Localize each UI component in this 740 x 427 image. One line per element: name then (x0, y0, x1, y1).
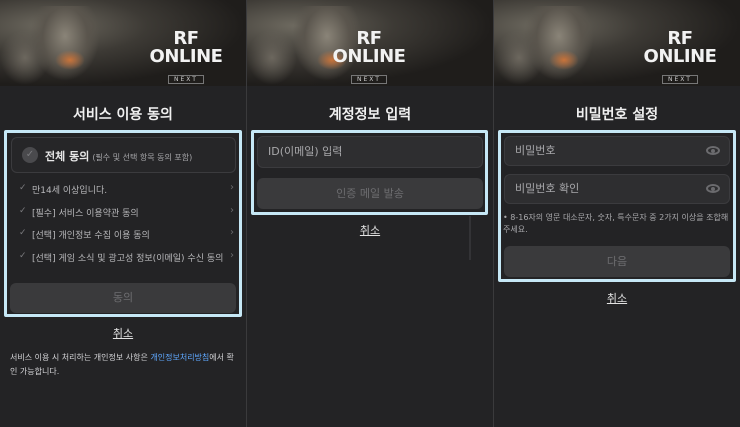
game-banner: RF ONLINE NEXT (494, 0, 740, 86)
term-item-age[interactable]: ✓ 만14세 이상입니다. › (19, 182, 234, 199)
page-title: 비밀번호 설정 (575, 107, 659, 123)
agree-button[interactable]: 동의 (10, 283, 236, 313)
password-input[interactable]: 비밀번호 (504, 136, 730, 166)
game-logo: RF ONLINE NEXT (332, 28, 406, 84)
privacy-notice: 서비스 이용 시 처리하는 개인정보 사항은 개인정보처리방침에서 확인 가능합… (10, 353, 234, 376)
check-icon: ✓ (19, 251, 27, 261)
game-banner: RF ONLINE NEXT (247, 0, 493, 86)
term-item-marketing[interactable]: ✓ [선택] 게임 소식 및 광고성 정보(이메일) 수신 동의 › (19, 250, 234, 267)
game-banner: RF ONLINE NEXT (0, 0, 246, 86)
password-panel: RF ONLINE NEXT 비밀번호 설정 비밀번호 비밀번호 확인 • 8-… (494, 0, 740, 427)
password-confirm-input[interactable]: 비밀번호 확인 (504, 174, 730, 204)
password-hint: • 8-16자의 영문 대소문자, 숫자, 특수문자 중 2가지 이상을 조합해… (503, 213, 729, 234)
check-icon: ✓ (19, 206, 27, 216)
game-logo: RF ONLINE NEXT (149, 28, 223, 84)
next-button[interactable]: 다음 (504, 246, 730, 277)
account-panel: RF ONLINE NEXT 계정정보 입력 ID(이메일) 입력 인증 메일 … (247, 0, 493, 427)
chevron-right-icon[interactable]: › (230, 205, 234, 216)
eye-icon[interactable] (706, 184, 720, 193)
privacy-policy-link[interactable]: 개인정보처리방침 (150, 353, 209, 362)
agree-all-checkbox[interactable]: ✓ 전체 동의 (필수 및 선택 항목 동의 포함) (11, 137, 236, 173)
check-icon: ✓ (19, 228, 27, 238)
check-icon: ✓ (19, 183, 27, 193)
cancel-link[interactable]: 취소 (494, 290, 740, 306)
chevron-right-icon[interactable]: › (230, 250, 234, 261)
game-logo: RF ONLINE NEXT (643, 28, 717, 84)
agree-all-note: (필수 및 선택 항목 동의 포함) (92, 153, 193, 162)
cancel-link[interactable]: 취소 (0, 325, 246, 341)
send-verification-button[interactable]: 인증 메일 발송 (257, 178, 483, 209)
eye-icon[interactable] (706, 146, 720, 155)
page-title: 서비스 이용 동의 (73, 107, 173, 123)
term-item-privacy[interactable]: ✓ [선택] 개인정보 수집 이용 동의 › (19, 227, 234, 244)
id-email-input[interactable]: ID(이메일) 입력 (257, 136, 483, 168)
chevron-right-icon[interactable]: › (230, 227, 234, 238)
term-item-service[interactable]: ✓ [필수] 서비스 이용약관 동의 › (19, 205, 234, 222)
agree-all-label: 전체 동의 (45, 150, 90, 163)
chevron-right-icon[interactable]: › (230, 182, 234, 193)
terms-panel: RF ONLINE NEXT 서비스 이용 동의 ✓ 전체 동의 (필수 및 선택… (0, 0, 246, 427)
page-title: 계정정보 입력 (328, 107, 412, 123)
cancel-link[interactable]: 취소 (247, 222, 493, 238)
check-circle-icon: ✓ (22, 147, 38, 163)
